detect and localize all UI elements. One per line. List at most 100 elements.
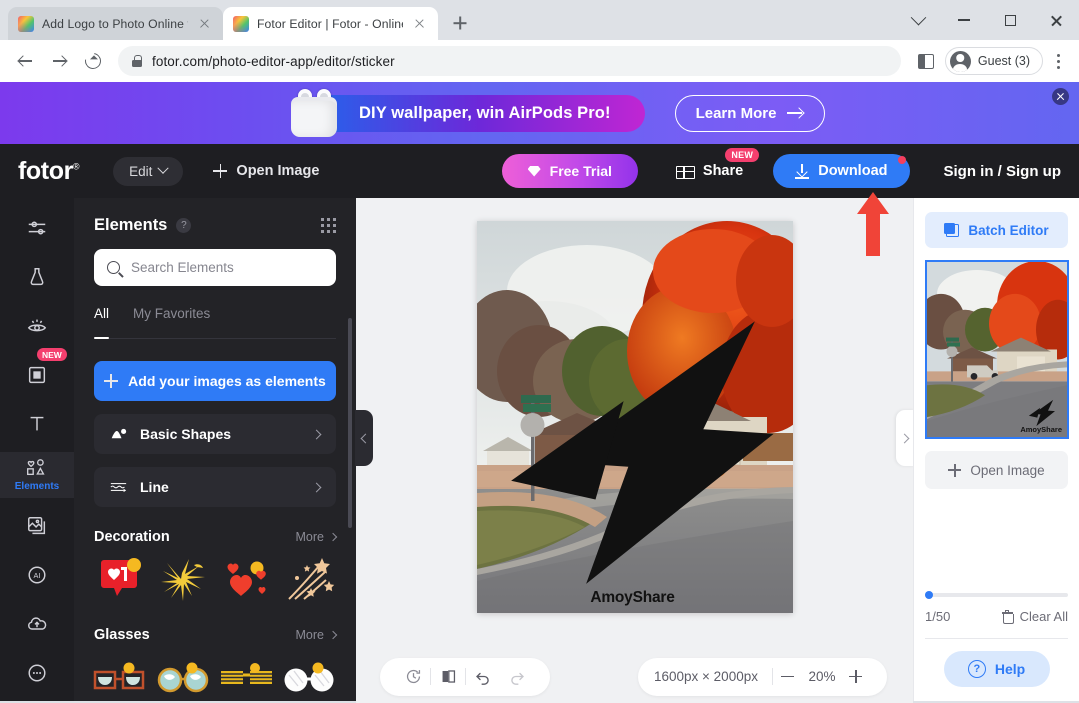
learn-more-label: Learn More bbox=[695, 104, 777, 122]
grid-view-icon[interactable] bbox=[321, 218, 336, 233]
line-icon bbox=[110, 483, 127, 493]
redo-arrow-icon[interactable] bbox=[500, 660, 534, 694]
search-icon bbox=[107, 261, 120, 274]
sidebar-item-beauty[interactable] bbox=[0, 306, 74, 347]
tab-search-chevron-icon[interactable] bbox=[895, 0, 941, 40]
open-image-button[interactable]: Open Image bbox=[213, 163, 319, 179]
profile-label: Guest (3) bbox=[977, 54, 1030, 68]
minimize-icon[interactable] bbox=[941, 0, 987, 40]
sidebar-item-elements[interactable]: Elements bbox=[0, 452, 74, 498]
element-thumb-yellow-sparkle-burst[interactable] bbox=[155, 555, 212, 605]
element-thumb-like-notification-badge[interactable] bbox=[92, 555, 149, 605]
browser-tab-2[interactable]: Fotor Editor | Fotor - Online bbox=[223, 7, 438, 40]
plus-icon bbox=[213, 164, 228, 178]
sidebar-item-adjust[interactable] bbox=[0, 208, 74, 249]
search-box[interactable] bbox=[94, 249, 336, 286]
elements-panel: Elements ? All My Favorites Add your ima… bbox=[74, 198, 356, 701]
maximize-icon[interactable] bbox=[987, 0, 1033, 40]
favicon-icon bbox=[233, 15, 249, 32]
window-close-icon[interactable] bbox=[1033, 0, 1079, 40]
thumbnail-watermark: AmoyShare bbox=[1020, 399, 1062, 434]
app-body: NEW Elements AI Elements ? Search Elemen… bbox=[0, 198, 1079, 701]
open-image-panel-button[interactable]: Open Image bbox=[925, 451, 1068, 489]
element-thumb-yellow-shutter-shades[interactable] bbox=[218, 653, 275, 701]
undo-arrow-icon[interactable] bbox=[466, 660, 500, 694]
notification-dot bbox=[897, 156, 906, 164]
promo-banner[interactable]: DIY wallpaper, win AirPods Pro! Learn Mo… bbox=[0, 82, 1079, 144]
collapse-left-panel-button[interactable] bbox=[355, 410, 373, 466]
glasses-thumbs bbox=[92, 653, 338, 701]
profile-chip[interactable]: Guest (3) bbox=[944, 47, 1043, 75]
right-panel: Batch Editor AmoyShare Open Image 1/50 C… bbox=[913, 198, 1079, 701]
text-t-icon bbox=[30, 416, 44, 431]
more-link[interactable]: More bbox=[296, 628, 338, 642]
free-trial-label: Free Trial bbox=[549, 163, 612, 179]
search-input[interactable] bbox=[131, 260, 323, 275]
learn-more-button[interactable]: Learn More bbox=[674, 94, 826, 132]
zoom-in-button[interactable] bbox=[841, 662, 871, 692]
section-header-decoration: Decoration More bbox=[94, 529, 338, 545]
gem-icon bbox=[527, 165, 541, 177]
new-tab-plus-icon[interactable] bbox=[446, 9, 474, 37]
sidebar-item-photos[interactable] bbox=[0, 506, 74, 547]
element-thumb-white-round-glasses[interactable] bbox=[281, 653, 338, 701]
adjust-sliders-icon bbox=[28, 221, 46, 235]
download-button[interactable]: Download bbox=[773, 154, 910, 188]
help-button[interactable]: ? Help bbox=[943, 651, 1050, 687]
zoom-out-button[interactable] bbox=[773, 662, 803, 692]
kebab-menu-icon[interactable] bbox=[1047, 49, 1069, 73]
tab-my-favorites[interactable]: My Favorites bbox=[133, 306, 210, 329]
help-question-icon[interactable]: ? bbox=[176, 218, 192, 233]
fotor-logo[interactable]: fotor® bbox=[18, 157, 89, 186]
forward-arrow-icon[interactable] bbox=[44, 46, 74, 76]
back-arrow-icon[interactable] bbox=[10, 46, 40, 76]
status-badge: NEW bbox=[37, 348, 67, 362]
compare-split-icon[interactable] bbox=[431, 660, 465, 694]
batch-editor-button[interactable]: Batch Editor bbox=[925, 212, 1068, 248]
reload-icon[interactable] bbox=[78, 46, 108, 76]
element-thumb-red-hearts[interactable] bbox=[218, 555, 275, 605]
close-icon[interactable] bbox=[196, 15, 213, 32]
element-thumb-square-retro-glasses[interactable] bbox=[92, 653, 149, 701]
add-images-as-elements-button[interactable]: Add your images as elements bbox=[94, 361, 336, 401]
chevron-right-icon bbox=[899, 433, 909, 443]
edit-menu-button[interactable]: Edit bbox=[113, 156, 184, 186]
sidebar-item-more[interactable] bbox=[0, 652, 74, 693]
sidebar-item-text[interactable] bbox=[0, 403, 74, 444]
free-trial-button[interactable]: Free Trial bbox=[501, 154, 638, 188]
sidebar-item-ai[interactable]: AI bbox=[0, 555, 74, 596]
app-header: fotor® Edit Open Image Free Trial Share … bbox=[0, 144, 1079, 198]
sidebar-item-retouch[interactable] bbox=[0, 257, 74, 298]
address-bar[interactable]: fotor.com/photo-editor-app/editor/sticke… bbox=[118, 46, 901, 76]
thumbnail-item[interactable]: AmoyShare bbox=[925, 260, 1069, 439]
chevron-left-icon bbox=[360, 433, 370, 443]
close-icon[interactable] bbox=[411, 15, 428, 32]
sidebar-item-cloud[interactable] bbox=[0, 603, 74, 644]
promo-close-icon[interactable] bbox=[1052, 88, 1069, 105]
panel-scrollbar[interactable] bbox=[348, 318, 352, 528]
side-panel-icon[interactable] bbox=[911, 46, 941, 76]
download-label: Download bbox=[818, 163, 888, 179]
section-header-glasses: Glasses More bbox=[94, 627, 338, 643]
trash-icon bbox=[1001, 610, 1014, 624]
signin-signup-link[interactable]: Sign in / Sign up bbox=[944, 163, 1062, 180]
more-link[interactable]: More bbox=[296, 530, 338, 544]
open-image-label: Open Image bbox=[236, 163, 320, 179]
category-line[interactable]: Line bbox=[94, 467, 336, 507]
thumbnail-scrollbar[interactable] bbox=[925, 591, 1068, 599]
right-panel-footer: 1/50 Clear All bbox=[925, 609, 1068, 639]
history-clock-icon[interactable] bbox=[396, 660, 430, 694]
element-thumb-star-confetti[interactable] bbox=[281, 555, 338, 605]
share-button[interactable]: Share NEW bbox=[675, 148, 760, 179]
element-thumb-round-teal-glasses[interactable] bbox=[155, 653, 212, 701]
airpods-icon bbox=[285, 87, 347, 139]
collapse-right-panel-button[interactable] bbox=[896, 410, 914, 466]
svg-text:AI: AI bbox=[34, 571, 41, 580]
sidebar-item-frame[interactable]: NEW bbox=[0, 348, 74, 395]
category-basic-shapes[interactable]: Basic Shapes bbox=[94, 414, 336, 454]
canvas-photo[interactable]: AmoyShare bbox=[476, 221, 793, 613]
browser-tab-1[interactable]: Add Logo to Photo Online for bbox=[8, 7, 223, 40]
clear-all-button[interactable]: Clear All bbox=[1001, 609, 1068, 624]
cloud-upload-icon bbox=[28, 617, 47, 630]
tab-all[interactable]: All bbox=[94, 306, 110, 339]
